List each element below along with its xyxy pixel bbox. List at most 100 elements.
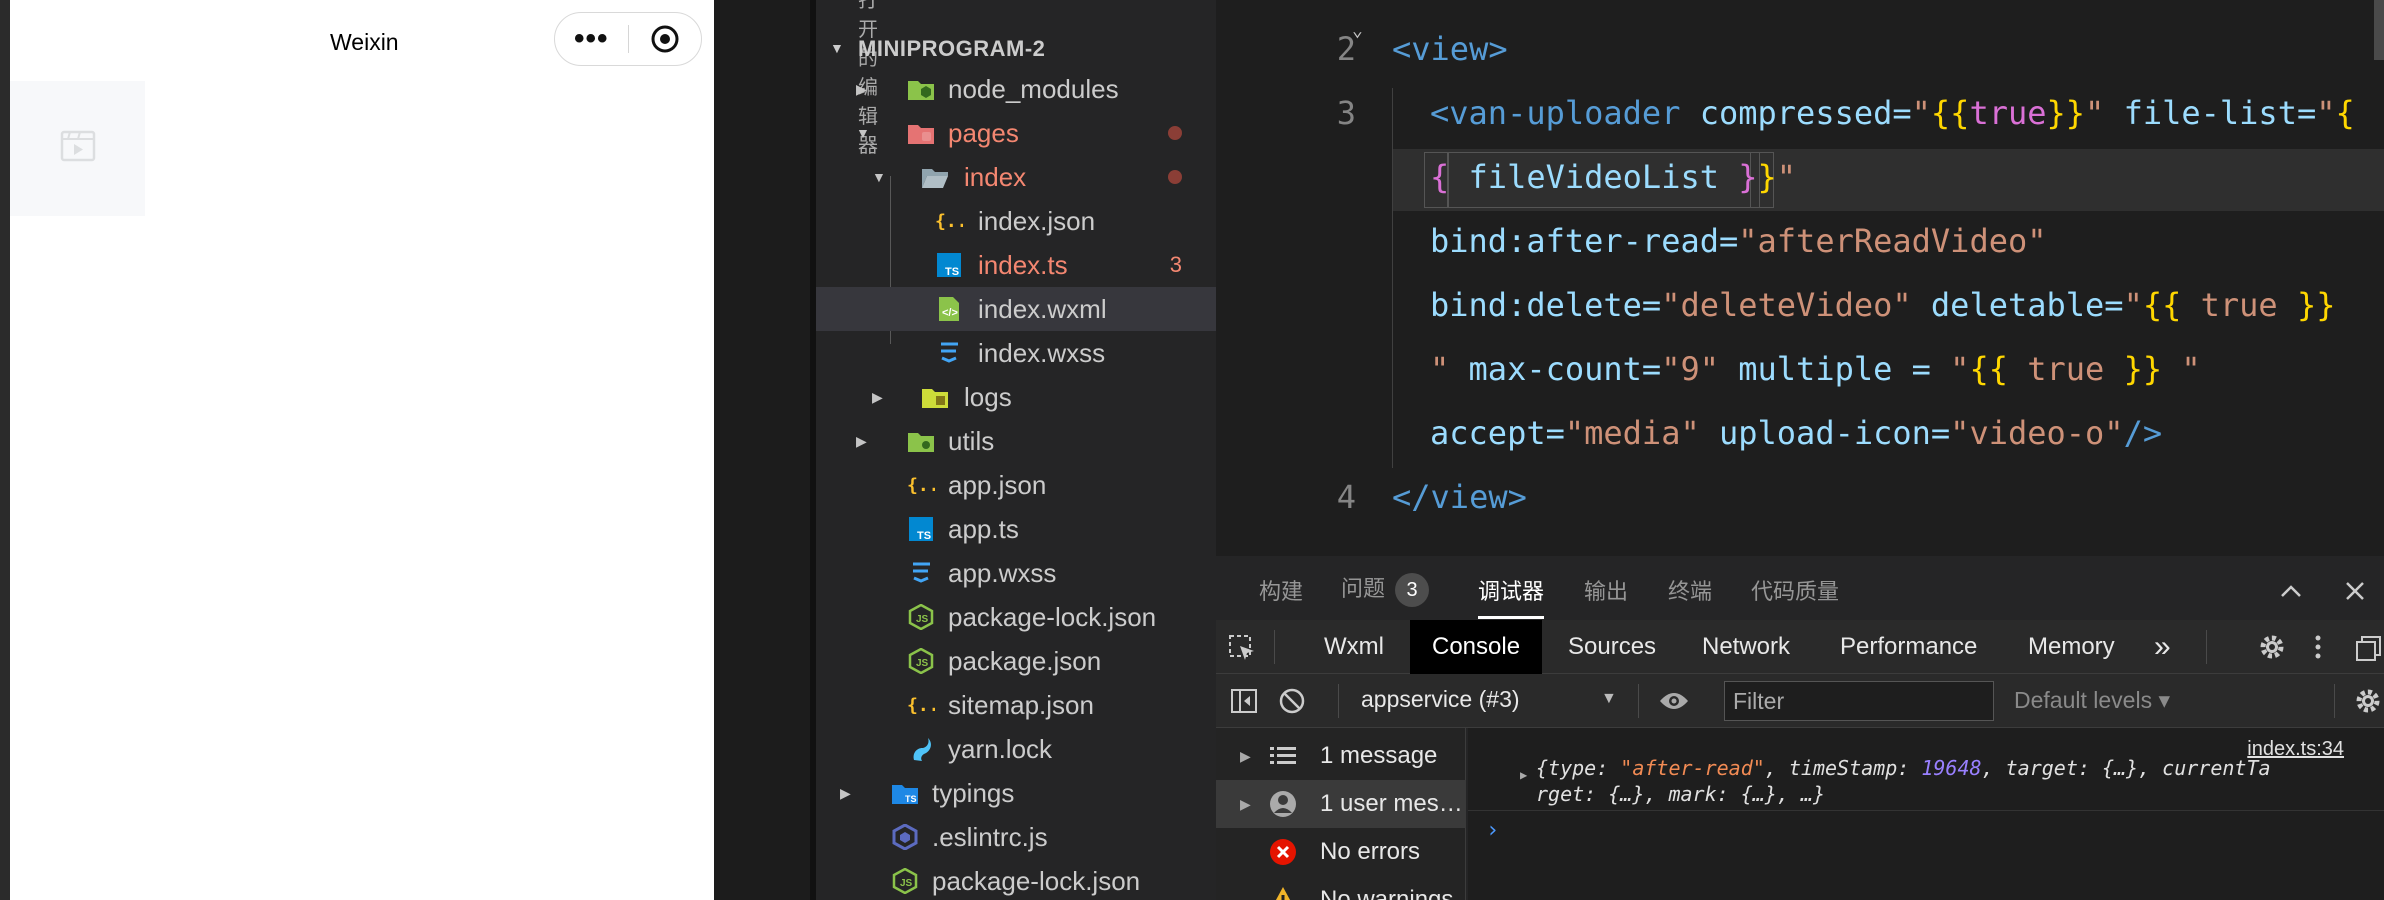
tree-item-label: package.json [948, 645, 1102, 676]
tree-item[interactable]: ▶ TS typings [816, 771, 1216, 815]
folder-typings-icon: TS [890, 778, 920, 808]
panel-tab-bar: 构建 问题 3 调试器 输出 终端 代码质量 [1216, 556, 2384, 620]
console-output[interactable]: index.ts:34 ▶ {type: "after-read", timeS… [1468, 728, 2384, 900]
tree-item-label: node_modules [948, 73, 1119, 104]
tab-problems[interactable]: 问题 3 [1341, 571, 1430, 608]
expand-object-icon[interactable]: ▶ [1520, 768, 1527, 782]
tree-item[interactable]: </> index.wxml [816, 287, 1216, 331]
chevron-down-icon: ▼ [830, 40, 844, 56]
tree-item[interactable]: app.wxss [816, 551, 1216, 595]
svg-text:JS: JS [916, 658, 929, 669]
tree-item[interactable]: index.wxss [816, 331, 1216, 375]
simulator-edge [0, 0, 10, 900]
yarn-file-icon [906, 734, 936, 764]
gear-icon[interactable] [2256, 631, 2288, 663]
editor-scrollbar[interactable] [2374, 0, 2384, 60]
tab-console[interactable]: Console [1410, 620, 1543, 674]
tab-build[interactable]: 构建 [1259, 574, 1303, 606]
tree-item[interactable]: {..} index.json [816, 199, 1216, 243]
folder-logs-icon [920, 382, 950, 412]
toolbar-divider [2334, 684, 2335, 718]
css-file-icon [906, 558, 936, 588]
project-header[interactable]: ▼ MINIPROGRAM-2 [816, 30, 1216, 70]
svg-text:</>: </> [942, 307, 958, 319]
list-icon [1268, 741, 1298, 771]
chevron-down-icon: ▼ [872, 169, 886, 185]
capsule-menu[interactable]: ••• [554, 12, 702, 66]
panel-gap [714, 0, 816, 900]
more-tabs-icon[interactable]: » [2154, 620, 2171, 674]
tree-item[interactable]: ▼ index [816, 155, 1216, 199]
tree-item[interactable]: TS index.ts 3 [816, 243, 1216, 287]
close-circle-icon[interactable] [629, 24, 702, 54]
tree-item[interactable]: {..} sitemap.json [816, 683, 1216, 727]
code-editor[interactable]: 2 ⌄ 3 4 <view> <van-uploader compressed=… [1216, 0, 2384, 556]
log-message-cont: rget: {…}, mark: {…}, …} [1536, 782, 1825, 806]
toolbar-divider [1638, 684, 1639, 718]
dock-side-icon[interactable] [2352, 631, 2384, 663]
tree-item[interactable]: ▶ node_modules [816, 67, 1216, 111]
more-dots-icon[interactable]: ••• [555, 12, 628, 66]
ts-file-icon: TS [906, 514, 936, 544]
chevron-right-icon: ▶ [840, 784, 851, 801]
svg-text:JS: JS [916, 614, 929, 625]
clear-console-icon[interactable] [1276, 685, 1308, 717]
close-icon[interactable] [2340, 576, 2370, 606]
chevron-up-icon[interactable] [2276, 576, 2306, 606]
tree-item[interactable]: ▶ utils [816, 419, 1216, 463]
folder-open-icon [920, 162, 950, 192]
tab-output[interactable]: 输出 [1584, 574, 1628, 606]
tree-item[interactable]: JS package-lock.json [816, 595, 1216, 639]
tab-performance[interactable]: Performance [1840, 620, 1977, 674]
toolbar-divider [1338, 684, 1339, 718]
sidebar-item-errors[interactable]: No errors [1216, 828, 1466, 876]
sidebar-item-warnings[interactable]: No warnings [1216, 876, 1466, 900]
json-file-icon: {..} [906, 470, 936, 500]
tree-item-label: .eslintrc.js [932, 821, 1048, 852]
log-levels-dropdown[interactable]: Default levels ▾ [2014, 687, 2170, 714]
filter-input[interactable]: Filter [1724, 681, 1994, 721]
svg-text:TS: TS [905, 794, 917, 804]
tree-item[interactable]: yarn.lock [816, 727, 1216, 771]
tab-network[interactable]: Network [1702, 620, 1790, 674]
tab-wxml[interactable]: Wxml [1324, 620, 1384, 674]
tree-item-label: yarn.lock [948, 733, 1053, 764]
sidebar-item-messages[interactable]: ▶ 1 message [1216, 732, 1466, 780]
tree-item[interactable]: JS package-lock.json [816, 859, 1216, 900]
console-sidebar: ▶ 1 message ▶ 1 user mes… No errors No w… [1216, 728, 1466, 900]
tab-terminal[interactable]: 终端 [1668, 574, 1712, 606]
tree-item[interactable]: ▶ logs [816, 375, 1216, 419]
tree-item[interactable]: ▼ pages [816, 111, 1216, 155]
code-line: " max-count="9" multiple = "{{ true }} " [1430, 350, 2201, 388]
code-line: <view> [1392, 30, 1508, 68]
tab-memory[interactable]: Memory [2028, 620, 2115, 674]
sidebar-item-user-messages[interactable]: ▶ 1 user mes… [1216, 780, 1466, 828]
node-file-icon: JS [906, 602, 936, 632]
tree-item[interactable]: .eslintrc.js [816, 815, 1216, 859]
tab-debugger[interactable]: 调试器 [1478, 574, 1544, 606]
chevron-right-icon: ▶ [1240, 747, 1251, 764]
css-file-icon [934, 338, 964, 368]
tree-item[interactable]: TS app.ts [816, 507, 1216, 551]
eye-icon[interactable] [1656, 685, 1692, 717]
video-uploader[interactable] [10, 81, 145, 216]
file-explorer: ▶ 打开的编辑器 ▼ MINIPROGRAM-2 ▶node_modules▼p… [816, 0, 1216, 900]
tree-item[interactable]: {..} app.json [816, 463, 1216, 507]
folder-node-icon [906, 74, 936, 104]
inspect-element-icon[interactable] [1226, 632, 1258, 664]
kebab-menu-icon[interactable] [2306, 631, 2330, 663]
tree-item-label: package-lock.json [948, 601, 1157, 632]
console-prompt[interactable]: › [1486, 818, 1499, 843]
tab-sources[interactable]: Sources [1568, 620, 1656, 674]
console-settings-gear-icon[interactable] [2352, 685, 2384, 717]
caret-down-icon[interactable]: ▼ [1601, 690, 1617, 708]
log-message[interactable]: {type: "after-read", timeStamp: 19648, t… [1536, 756, 2271, 780]
context-select[interactable]: appservice (#3) [1361, 686, 1520, 713]
tree-item[interactable]: JS package.json [816, 639, 1216, 683]
fold-chevron-icon[interactable]: ⌄ [1352, 20, 1363, 41]
ts-file-icon: TS [934, 250, 964, 280]
tab-code-quality[interactable]: 代码质量 [1751, 574, 1839, 606]
problems-count-badge: 3 [1395, 573, 1430, 608]
sidebar-toggle-icon[interactable] [1228, 685, 1260, 717]
problem-count-badge: 3 [1169, 252, 1182, 277]
